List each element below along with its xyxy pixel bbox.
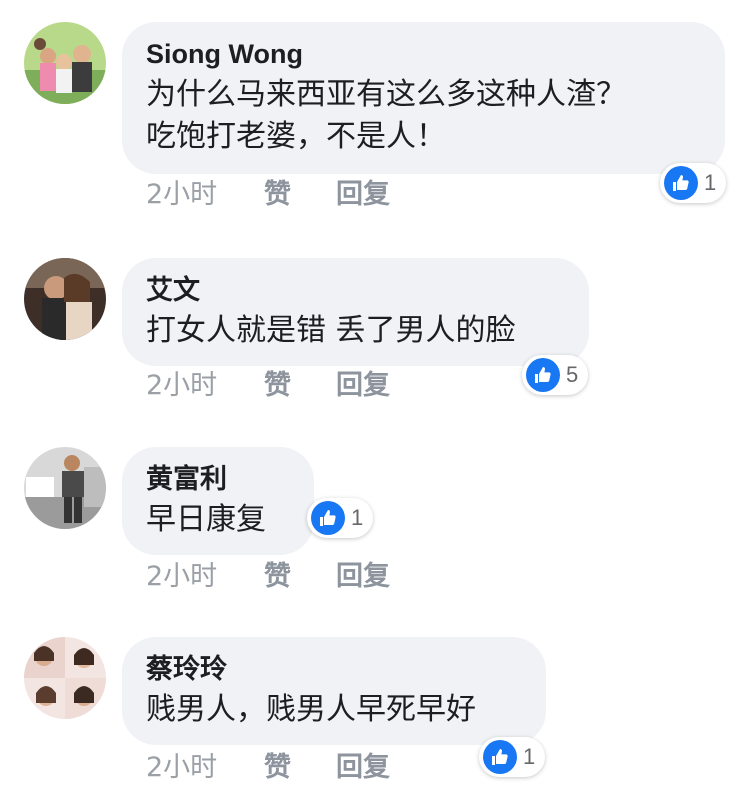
- comment-text: 贱男人，贱男人早死早好: [146, 689, 522, 731]
- reply-button[interactable]: 回复: [336, 751, 390, 785]
- like-button[interactable]: 赞: [264, 751, 336, 785]
- avatar[interactable]: [24, 637, 106, 719]
- like-icon: [483, 740, 517, 774]
- comment-author[interactable]: 蔡玲玲: [146, 653, 522, 685]
- reaction-badge[interactable]: 1: [479, 737, 546, 777]
- comment-text-line: 贱男人，贱男人早死早好: [146, 692, 476, 727]
- comment-item: 蔡玲玲 贱男人，贱男人早死早好 1 2小时赞回复: [0, 0, 745, 800]
- comment-actions: 2小时赞回复: [146, 751, 390, 785]
- avatar-photo-collage: [24, 637, 106, 719]
- comment-list: Siong Wong 为什么马来西亚有这么多这种人渣？ 吃饱打老婆，不是人！ 1…: [0, 0, 745, 800]
- comment-bubble: 蔡玲玲 贱男人，贱男人早死早好: [122, 637, 546, 745]
- comment-timestamp[interactable]: 2小时: [146, 751, 264, 785]
- reaction-count: 1: [523, 744, 536, 769]
